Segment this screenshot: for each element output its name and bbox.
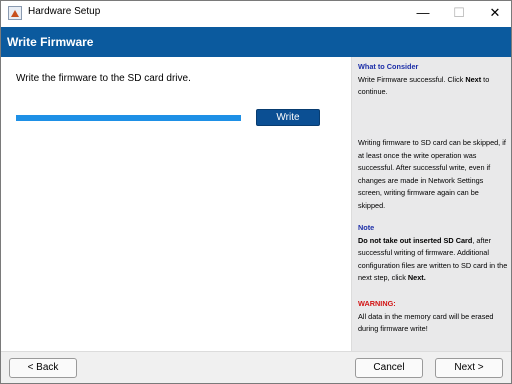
back-button[interactable]: < Back xyxy=(9,358,77,378)
consider-heading: What to Consider xyxy=(358,62,419,71)
title-bar: Hardware Setup — ☐ ✕ xyxy=(1,1,511,25)
cancel-button[interactable]: Cancel xyxy=(355,358,423,378)
warning-section: WARNING: All data in the memory card wil… xyxy=(358,298,508,336)
app-logo-icon xyxy=(8,6,22,20)
page-header: Write Firmware xyxy=(1,27,511,57)
note-section: Note Do not take out inserted SD Card, a… xyxy=(358,222,508,285)
write-progress-bar xyxy=(16,115,241,121)
write-progress-fill xyxy=(16,115,241,121)
close-icon[interactable]: ✕ xyxy=(478,1,512,25)
help-panel: What to Consider Write Firmware successf… xyxy=(351,57,511,351)
maximize-icon[interactable]: ☐ xyxy=(442,1,476,25)
main-panel: Write the firmware to the SD card drive.… xyxy=(1,57,351,351)
warning-text: All data in the memory card will be eras… xyxy=(358,311,494,334)
minimize-icon[interactable]: — xyxy=(406,1,440,25)
write-button[interactable]: Write xyxy=(256,109,320,126)
footer-bar: < Back Cancel Next > xyxy=(1,351,511,383)
instruction-text: Write the firmware to the SD card drive. xyxy=(16,73,191,84)
hardware-setup-window: Hardware Setup — ☐ ✕ Write Firmware Writ… xyxy=(0,0,512,384)
next-button[interactable]: Next > xyxy=(435,358,503,378)
warning-heading: WARNING: xyxy=(358,299,396,308)
page-title: Write Firmware xyxy=(7,35,94,49)
window-title: Hardware Setup xyxy=(28,6,101,17)
note-heading: Note xyxy=(358,223,375,232)
success-text: Write Firmware successful. Click Next to… xyxy=(358,74,490,97)
skip-info-text: Writing firmware to SD card can be skipp… xyxy=(358,138,506,210)
consider-section: What to Consider Write Firmware successf… xyxy=(358,61,508,99)
note-text: Do not take out inserted SD Card, after … xyxy=(358,235,508,283)
